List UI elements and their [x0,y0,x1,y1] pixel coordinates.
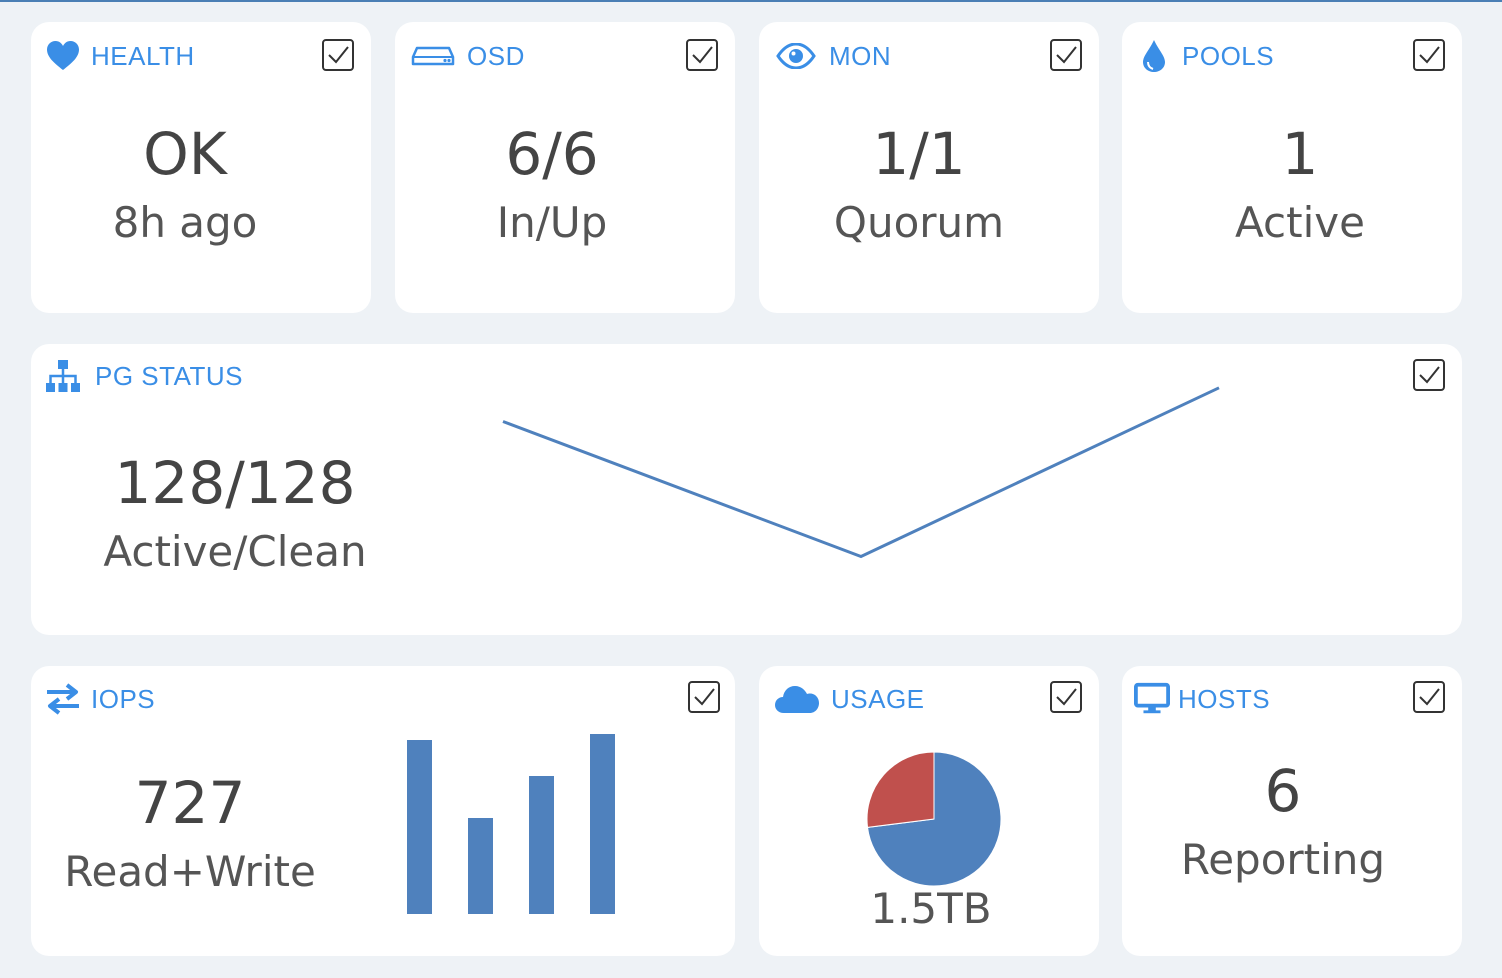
iops-subtitle: Read+Write [64,847,316,896]
hosts-value: 6 [1264,757,1302,825]
pools-title: POOLS [1182,41,1275,71]
checkbox-icon[interactable] [1412,38,1446,72]
checkbox-icon[interactable] [685,38,719,72]
osd-subtitle: In/Up [496,198,608,247]
checkbox-icon[interactable] [321,38,355,72]
checkbox-icon[interactable] [1412,680,1446,714]
sitemap-icon [45,358,81,394]
osd-header: OSD [409,38,525,74]
eye-icon [773,38,819,74]
pools-subtitle: Active [1235,198,1365,247]
disk-drive-icon [409,38,457,74]
pools-card: POOLS 1 Active [1122,22,1462,313]
hosts-card: HOSTS 6 Reporting [1122,666,1462,956]
monitor-icon [1134,681,1170,717]
iops-card: IOPS 727 Read+Write [31,666,735,956]
iops-bar-3 [529,776,554,914]
pg-status-header: PG STATUS [45,358,243,394]
iops-bar-4 [590,734,615,914]
droplet-icon [1136,38,1172,74]
health-card: HEALTH OK 8h ago [31,22,371,313]
checkbox-icon[interactable] [687,680,721,714]
pools-value: 1 [1281,120,1319,188]
usage-pie-chart [866,751,1002,887]
health-value: OK [143,120,227,188]
pg-status-line-series [502,386,1220,559]
osd-title: OSD [467,41,525,71]
iops-bar-chart [407,734,615,914]
pg-status-line-chart [502,386,1220,559]
health-title: HEALTH [91,41,195,71]
checkbox-icon[interactable] [1049,680,1083,714]
mon-title: MON [829,41,892,71]
cloud-icon [773,681,821,717]
usage-pie-slice-2 [866,751,935,828]
iops-title: IOPS [91,684,156,714]
heart-icon [45,38,81,74]
mon-subtitle: Quorum [833,198,1005,247]
iops-header: IOPS [45,681,155,717]
usage-header: USAGE [773,681,925,717]
pools-header: POOLS [1136,38,1274,74]
hosts-header: HOSTS [1134,681,1270,717]
hosts-title: HOSTS [1178,684,1271,714]
exchange-arrows-icon [45,681,81,717]
pg-status-subtitle: Active/Clean [103,527,367,576]
health-header: HEALTH [45,38,195,74]
checkbox-icon[interactable] [1412,358,1446,392]
iops-bar-2 [468,818,493,914]
iops-value: 727 [134,769,246,837]
pg-status-value: 128/128 [114,449,356,517]
checkbox-icon[interactable] [1049,38,1083,72]
usage-value: 1.5TB [870,884,992,933]
osd-card: OSD 6/6 In/Up [395,22,735,313]
top-border [0,0,1502,2]
hosts-subtitle: Reporting [1180,835,1386,884]
pg-status-card: PG STATUS 128/128 Active/Clean [31,344,1462,635]
mon-card: MON 1/1 Quorum [759,22,1099,313]
mon-header: MON [773,38,891,74]
usage-card: USAGE 1.5TB [759,666,1099,956]
mon-value: 1/1 [872,120,966,188]
pg-status-title: PG STATUS [95,361,243,391]
iops-bar-1 [407,740,432,914]
health-subtitle: 8h ago [112,198,258,247]
osd-value: 6/6 [505,120,599,188]
usage-title: USAGE [831,684,925,714]
